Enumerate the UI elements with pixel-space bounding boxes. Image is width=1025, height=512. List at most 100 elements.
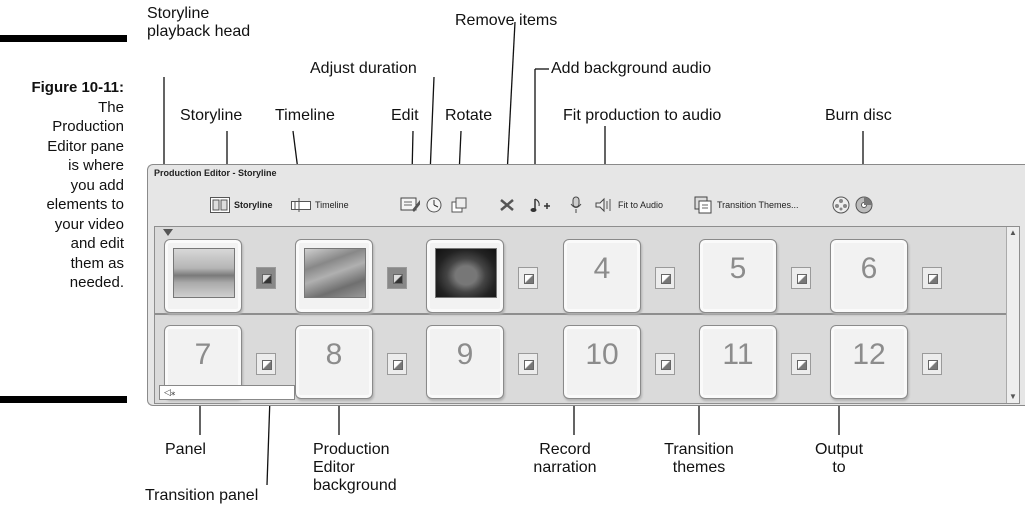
panel-number: 10 <box>585 338 619 371</box>
transition-panel-8[interactable] <box>387 353 407 375</box>
timeline-view-icon <box>291 196 311 214</box>
transition-panel-4[interactable] <box>655 267 675 289</box>
callout-transition-themes: Transition themes <box>664 441 734 476</box>
transition-panel-9[interactable] <box>518 353 538 375</box>
panel-12[interactable]: 12 <box>830 325 908 399</box>
panel-6[interactable]: 6 <box>830 239 908 313</box>
panel-4[interactable]: 4 <box>563 239 641 313</box>
transition-panel-6[interactable] <box>922 267 942 289</box>
caption-line: your video <box>54 215 124 233</box>
panel-number: 6 <box>860 252 878 285</box>
row-divider <box>155 313 1019 315</box>
callout-adjust-duration: Adjust duration <box>310 60 417 77</box>
callout-add-background-audio: Add background audio <box>551 60 712 77</box>
caption-line: and edit <box>70 235 124 252</box>
edit-icon <box>400 196 420 214</box>
timeline-label: Timeline <box>315 200 349 210</box>
bottom-rule <box>0 396 127 403</box>
panel-10[interactable]: 10 <box>563 325 641 399</box>
add-audio-icon <box>530 196 550 214</box>
panel-9[interactable]: 9 <box>426 325 504 399</box>
adjust-duration-icon <box>424 196 444 214</box>
production-editor-window: Production Editor - Storyline Storyline … <box>147 164 1025 406</box>
caption-line: elements to <box>46 196 124 213</box>
transition-panel-2[interactable] <box>387 267 407 289</box>
callout-rotate: Rotate <box>445 107 493 124</box>
figure-number: Figure 10-11: <box>31 79 124 96</box>
caption-line: them as <box>70 254 124 272</box>
record-narration-button[interactable] <box>566 191 586 219</box>
transition-themes-label: Transition Themes... <box>717 200 799 210</box>
toolbar: Storyline Timeline Fit to Audio Transiti… <box>148 191 1025 221</box>
window-title: Production Editor - Storyline <box>154 168 277 178</box>
callout-fit-production-to-audio: Fit production to audio <box>563 107 722 124</box>
remove-icon <box>497 196 517 214</box>
panel-8[interactable]: 8 <box>295 325 373 399</box>
burn-disc-button[interactable] <box>854 191 874 219</box>
remove-items-button[interactable] <box>497 191 517 219</box>
rotate-icon <box>449 196 469 214</box>
callout-storyline: Storyline <box>180 107 243 124</box>
callout-burn-disc: Burn disc <box>825 107 892 124</box>
rotate-button[interactable] <box>449 191 469 219</box>
add-background-audio-button[interactable] <box>530 191 550 219</box>
callout-transition-panel: Transition panel <box>145 487 259 504</box>
statue-thumbnail <box>435 248 497 298</box>
scroll-up-icon[interactable]: ▲ <box>1007 227 1019 239</box>
production-editor-background[interactable]: 4 5 6 7 8 9 10 11 12 ◁⁎ ▲ ▼ <box>154 226 1020 404</box>
timeline-view-button[interactable]: Timeline <box>291 191 349 219</box>
panel-number: 5 <box>729 252 747 285</box>
fit-to-audio-icon <box>594 196 614 214</box>
callout-panel: Panel <box>165 441 206 458</box>
callout-edit: Edit <box>391 107 419 124</box>
transition-panel-10[interactable] <box>655 353 675 375</box>
storyline-playback-head[interactable] <box>163 229 173 236</box>
transition-themes-button[interactable]: Transition Themes... <box>693 191 799 219</box>
speaker-icon: ◁⁎ <box>164 387 176 397</box>
panel-3[interactable] <box>426 239 504 313</box>
storyline-view-icon <box>210 196 230 214</box>
panel-11[interactable]: 11 <box>699 325 777 399</box>
rocky-cliff-thumbnail <box>304 248 366 298</box>
transition-panel-12[interactable] <box>922 353 942 375</box>
panel-number: 12 <box>852 338 886 371</box>
panel-number: 9 <box>456 338 474 371</box>
callout-playback-head: Storyline playback head <box>147 5 251 40</box>
callout-remove-items: Remove items <box>455 12 558 29</box>
panel-number: 8 <box>325 338 343 371</box>
panel-number: 11 <box>722 338 754 371</box>
callout-output-to: Output to <box>814 441 864 476</box>
panel-2[interactable] <box>295 239 373 313</box>
transition-panel-3[interactable] <box>518 267 538 289</box>
transition-panel-1[interactable] <box>256 267 276 289</box>
panel-number: 7 <box>194 338 212 371</box>
transition-panel-11[interactable] <box>791 353 811 375</box>
callout-record-narration: Record narration <box>533 441 597 476</box>
vertical-scrollbar[interactable]: ▲ ▼ <box>1006 227 1019 403</box>
figure-caption: Figure 10-11: The Production Editor pane is… <box>0 78 124 293</box>
output-to-button[interactable] <box>831 191 851 219</box>
scroll-down-icon[interactable]: ▼ <box>1007 391 1019 403</box>
background-audio-track[interactable]: ◁⁎ <box>159 385 295 400</box>
caption-line: Editor pane <box>47 137 124 155</box>
fit-to-audio-label: Fit to Audio <box>618 200 664 210</box>
edit-button[interactable] <box>400 191 420 219</box>
caption-line: Production <box>52 118 124 135</box>
panel-5[interactable]: 5 <box>699 239 777 313</box>
caption-line: you add <box>70 176 124 194</box>
caption-line: The <box>98 98 124 116</box>
transition-panel-7[interactable] <box>256 353 276 375</box>
storyline-view-button[interactable]: Storyline <box>210 191 273 219</box>
caption-line: is where <box>68 157 124 174</box>
callout-production-editor-background: Production Editor background <box>313 441 397 494</box>
caption-line: needed. <box>69 274 124 291</box>
fit-to-audio-button[interactable]: Fit to Audio <box>594 191 663 219</box>
mountain-lake-thumbnail <box>173 248 235 298</box>
panel-1[interactable] <box>164 239 242 313</box>
adjust-duration-button[interactable] <box>424 191 444 219</box>
top-rule <box>0 35 127 42</box>
transition-panel-5[interactable] <box>791 267 811 289</box>
storyline-label: Storyline <box>234 200 273 210</box>
transition-themes-icon <box>693 196 713 214</box>
burn-disc-icon <box>854 196 874 214</box>
